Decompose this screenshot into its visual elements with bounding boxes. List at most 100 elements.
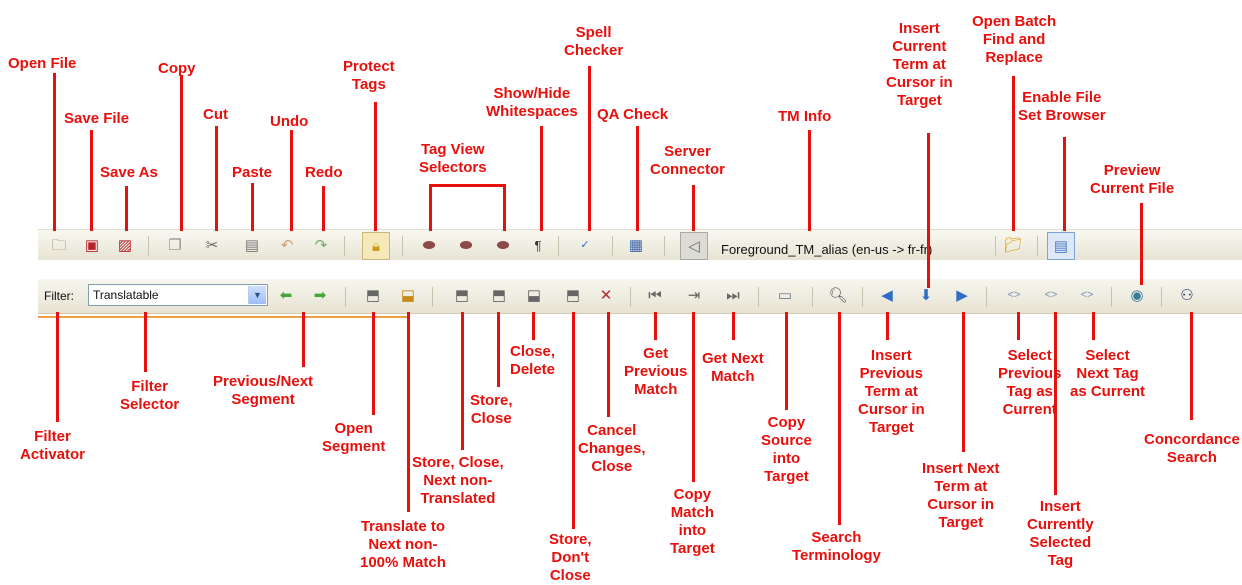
chevron-down-icon[interactable]: ▼ <box>248 286 266 304</box>
copy-icon[interactable]: ❐ <box>165 235 185 255</box>
spell-check-icon[interactable]: ✓ <box>574 235 596 255</box>
callout-line <box>1012 76 1015 231</box>
callout-line <box>290 130 293 231</box>
callout-line <box>886 312 889 340</box>
pilcrow-icon[interactable]: ¶ <box>530 235 546 255</box>
callout-line <box>497 312 500 387</box>
preview-icon[interactable]: ◉ <box>1127 285 1147 305</box>
separator <box>402 236 403 256</box>
copy-source-icon[interactable]: ▭ <box>774 285 796 305</box>
callout-get-next-match: Get Next Match <box>702 350 764 385</box>
callout-insert-previous-term: Insert Previous Term at Cursor in Target <box>858 347 925 436</box>
next-segment-icon[interactable]: ➡ <box>310 285 330 305</box>
callout-concordance-search: Concordance Search <box>1144 431 1240 466</box>
binoculars-icon[interactable]: ⚇ <box>1176 285 1198 305</box>
separator <box>612 236 613 256</box>
paste-icon[interactable]: ▤ <box>242 235 262 255</box>
insert-previous-term-icon[interactable]: ◀ <box>877 285 897 305</box>
tm-info-label: Foreground_TM_alias (en-us -> fr-fr) <box>721 242 933 257</box>
callout-line <box>56 312 59 422</box>
callout-line <box>927 133 930 288</box>
callout-select-previous-tag: Select Previous Tag as Current <box>998 347 1062 418</box>
file-set-browser-icon[interactable]: ▤ <box>1047 232 1075 260</box>
callout-qa-check: QA Check <box>597 106 669 123</box>
active-underline <box>38 316 408 318</box>
callout-store-close-next: Store, Close, Next non- Translated <box>412 454 504 507</box>
callout-line <box>1092 312 1095 340</box>
callout-translate-next: Translate to Next non- 100% Match <box>360 518 446 571</box>
callout-line <box>372 312 375 415</box>
save-as-icon[interactable]: ▨ <box>115 235 135 255</box>
select-previous-tag-icon[interactable]: <> <box>1003 285 1025 305</box>
separator <box>1161 287 1162 307</box>
callout-line <box>588 66 591 231</box>
tag-view-none-icon[interactable]: ⬬ <box>493 235 513 255</box>
get-next-match-icon[interactable]: ⏭ <box>723 285 743 305</box>
qa-check-icon[interactable]: ▦ <box>626 235 646 255</box>
cancel-changes-icon[interactable]: ✕ <box>596 285 616 305</box>
callout-line <box>692 312 695 482</box>
insert-current-term-icon[interactable]: ⬇ <box>916 285 936 305</box>
callout-get-previous-match: Get Previous Match <box>624 345 688 398</box>
close-delete-icon[interactable]: ⬓ <box>524 285 544 305</box>
select-next-tag-icon[interactable]: <> <box>1076 285 1098 305</box>
callout-store-dont-close: Store, Don't Close <box>549 531 592 584</box>
callout-search-terminology: Search Terminology <box>792 529 881 564</box>
redo-icon[interactable]: ↷ <box>311 235 331 255</box>
separator <box>995 236 996 256</box>
insert-next-term-icon[interactable]: ▶ <box>952 285 972 305</box>
open-segment-icon[interactable]: ⬒ <box>363 285 383 305</box>
callout-insert-selected-tag: Insert Currently Selected Tag <box>1027 498 1094 569</box>
callout-paste: Paste <box>232 164 273 181</box>
callout-line <box>1017 312 1020 340</box>
store-close-next-icon[interactable]: ⬒ <box>452 285 472 305</box>
callout-insert-next-term: Insert Next Term at Cursor in Target <box>922 460 1000 531</box>
callout-tag-view-selectors: Tag View Selectors <box>419 141 487 176</box>
separator <box>148 236 149 256</box>
separator <box>758 287 759 307</box>
separator <box>664 236 665 256</box>
callout-line <box>785 312 788 410</box>
undo-icon[interactable]: ↶ <box>277 235 297 255</box>
callout-line <box>692 185 695 231</box>
lock-icon[interactable]: 🔒︎ <box>362 232 390 260</box>
get-previous-match-icon[interactable]: ⏮ <box>645 285 665 305</box>
batch-find-replace-icon[interactable]: 📁︎ <box>1003 235 1023 255</box>
callout-copy: Copy <box>158 60 196 77</box>
callout-undo: Undo <box>270 113 309 130</box>
translate-next-icon[interactable]: ⬓ <box>398 285 418 305</box>
filter-activator[interactable]: Filter: <box>44 289 74 303</box>
separator <box>812 287 813 307</box>
tag-view-partial-icon[interactable]: ⬬ <box>456 235 476 255</box>
callout-cancel-changes: Cancel Changes, Close <box>578 422 646 475</box>
callout-protect-tags: Protect Tags <box>343 58 395 93</box>
store-dont-close-icon[interactable]: ⬒ <box>563 285 583 305</box>
callout-line <box>461 312 464 450</box>
copy-match-icon[interactable]: ⇥ <box>684 285 704 305</box>
separator <box>432 287 433 307</box>
callout-preview-current-file: Preview Current File <box>1090 162 1175 197</box>
callout-spell-checker: Spell Checker <box>564 24 624 59</box>
callout-tm-info: TM Info <box>778 108 832 125</box>
callout-line <box>532 312 535 340</box>
cut-icon[interactable]: ✂ <box>202 235 222 255</box>
separator <box>862 287 863 307</box>
callout-line <box>572 312 575 529</box>
callout-store-close: Store, Close <box>470 392 513 427</box>
previous-segment-icon[interactable]: ⬅ <box>276 285 296 305</box>
insert-selected-tag-icon[interactable]: <> <box>1040 285 1062 305</box>
filter-selector[interactable]: Translatable ▼ <box>88 284 268 306</box>
search-icon[interactable]: 🔍︎ <box>828 285 848 305</box>
save-icon[interactable]: ▣ <box>82 235 102 255</box>
callout-copy-source: Copy Source into Target <box>761 414 812 485</box>
separator <box>1111 287 1112 307</box>
callout-file-set-browser: Enable File Set Browser <box>1018 89 1106 124</box>
separator <box>630 287 631 307</box>
server-connector-icon[interactable]: ◁ <box>680 232 708 260</box>
tag-view-full-icon[interactable]: ⬬ <box>419 235 439 255</box>
separator <box>986 287 987 307</box>
store-close-icon[interactable]: ⬒ <box>489 285 509 305</box>
callout-line <box>322 186 325 231</box>
folder-icon[interactable]: 🗀 <box>49 235 69 255</box>
callout-line <box>251 183 254 231</box>
